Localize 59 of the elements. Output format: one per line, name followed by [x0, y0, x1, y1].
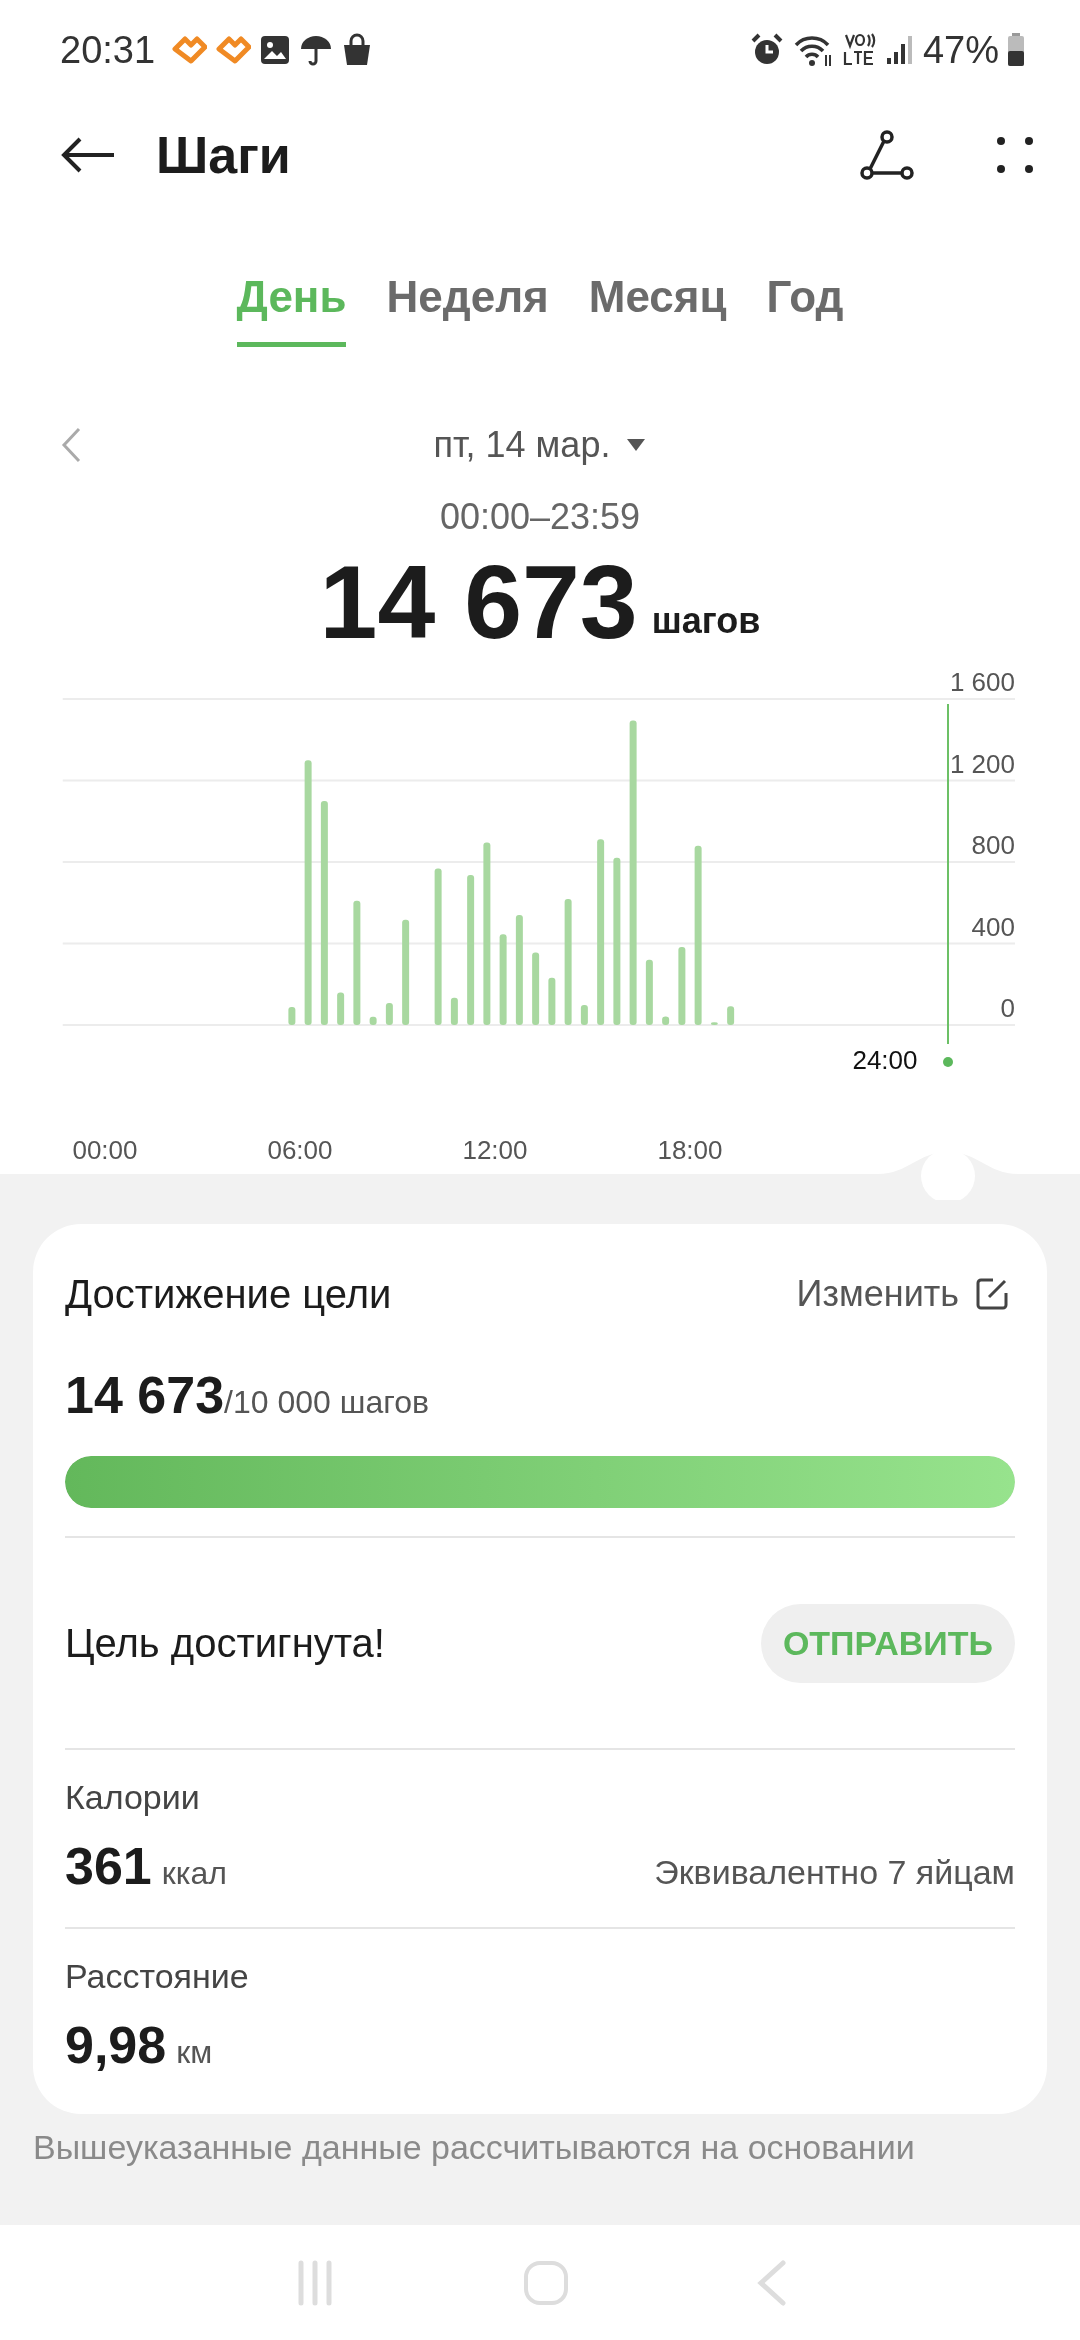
step-total: 14 673: [319, 550, 638, 654]
more-button[interactable]: [995, 135, 1035, 175]
bar: [645, 959, 653, 1025]
time-range: 00:00–23:59: [438, 495, 642, 539]
bar: [662, 1016, 670, 1025]
bar: [369, 1016, 377, 1025]
volte-icon: [842, 32, 877, 68]
edit-button[interactable]: Изменить: [790, 1266, 1015, 1322]
axis-label: 12:00: [462, 1135, 528, 1165]
signal-icon: [884, 34, 915, 66]
cursor-dot: [943, 1057, 953, 1067]
battery-text: 47%: [922, 27, 999, 73]
step-unit: шагов: [651, 599, 761, 643]
axis-label: 1 600: [949, 667, 1015, 697]
axis-label: 400: [971, 911, 1015, 942]
share-button[interactable]: [859, 127, 915, 183]
edit-icon: [975, 1277, 1009, 1311]
bar: [727, 1006, 735, 1025]
umbrella-icon: [299, 33, 334, 67]
tab[interactable]: Неделя: [386, 263, 549, 347]
stat-note: Эквивалентно 7 яйцам: [654, 1852, 1015, 1893]
axis-label: 18:00: [657, 1135, 723, 1165]
bar: [450, 997, 458, 1025]
goal-status: Цель достигнута!: [65, 1620, 385, 1667]
date-dropdown[interactable]: пт, 14 мар.: [427, 417, 653, 473]
bar: [288, 1007, 296, 1025]
stat-unit: ккал: [161, 1854, 227, 1893]
heart-icon: [215, 35, 252, 65]
axis-label: 800: [971, 830, 1015, 860]
stat-value: 9,98: [65, 2015, 167, 2076]
stat-value: 361: [65, 1836, 152, 1897]
cursor-time: 24:00: [852, 1045, 918, 1075]
stat-label: Расстояние: [65, 1956, 250, 1997]
axis-label: 0: [1000, 993, 1015, 1023]
stat-label: Калории: [65, 1777, 201, 1818]
clock-text: 20:31: [60, 27, 156, 73]
section-title: Достижение цели: [65, 1271, 392, 1318]
axis-label: 1 200: [949, 748, 1015, 779]
stat-unit: км: [176, 2033, 213, 2072]
heart-icon: [171, 35, 208, 65]
bar: [337, 992, 345, 1025]
axis-label: 00:00: [72, 1135, 138, 1165]
previous-button[interactable]: [60, 426, 82, 464]
footnote-text: Вышеуказанные данные рассчитываются на основании: [32, 2127, 916, 2168]
bar: [548, 977, 556, 1025]
bar: [710, 1022, 718, 1025]
image-icon: [259, 34, 292, 66]
back-button[interactable]: [60, 135, 116, 175]
home-icon[interactable]: [522, 2258, 570, 2307]
bar: [385, 1003, 393, 1025]
caret-icon: [626, 438, 647, 452]
battery-icon: [1007, 33, 1025, 67]
tab[interactable]: Месяц: [588, 263, 727, 347]
tab[interactable]: Год: [766, 263, 844, 347]
page-title: Шаги: [156, 125, 291, 186]
axis-label: 06:00: [267, 1135, 333, 1165]
goal-target: /10 000 шагов: [224, 1384, 429, 1422]
goal-steps: 14 673: [65, 1356, 225, 1434]
bar: [580, 1005, 588, 1025]
